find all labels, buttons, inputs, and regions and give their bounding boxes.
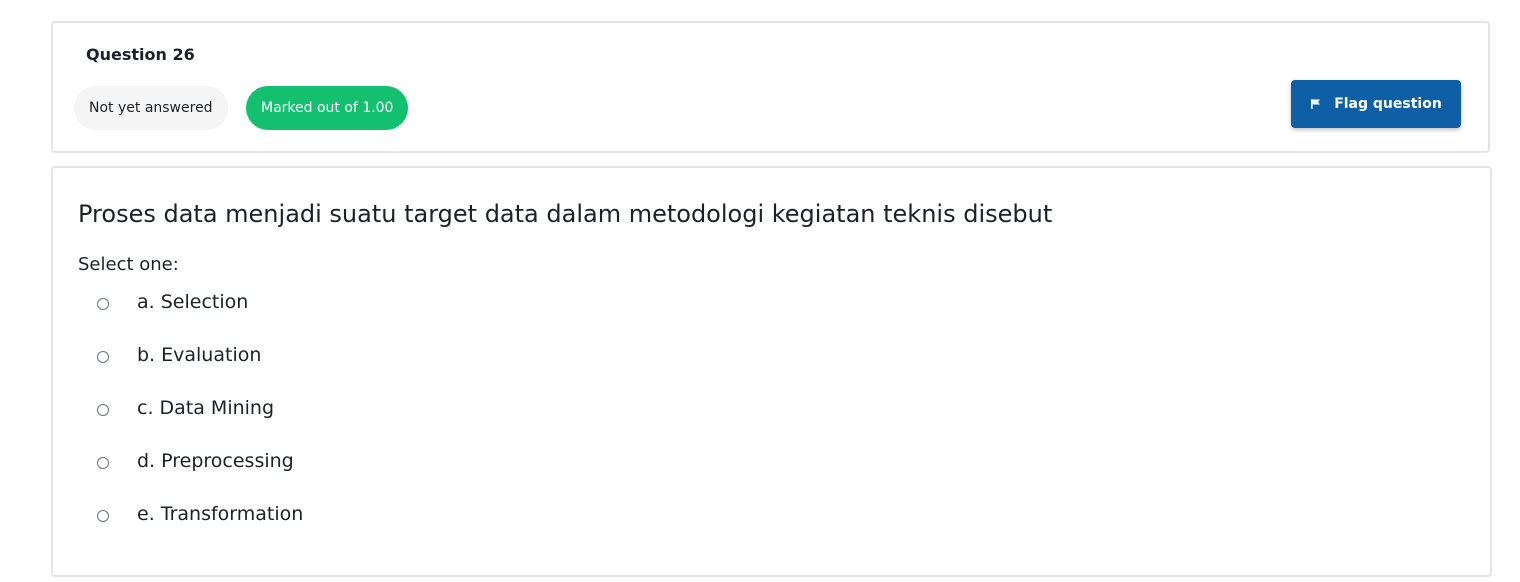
radio-button[interactable] — [97, 298, 109, 310]
flag-question-label: Flag question — [1334, 96, 1442, 112]
option-label[interactable]: c. Data Mining — [137, 394, 274, 422]
answer-option-b[interactable]: b. Evaluation — [97, 341, 303, 394]
question-text: Proses data menjadi suatu target data da… — [78, 200, 1053, 228]
question-info-card: Question 26 Not yet answered Marked out … — [51, 21, 1490, 153]
status-badge: Not yet answered — [74, 86, 228, 130]
option-label[interactable]: e. Transformation — [137, 500, 303, 528]
marks-badge: Marked out of 1.00 — [246, 86, 409, 130]
flag-icon — [1310, 98, 1322, 110]
answer-option-c[interactable]: c. Data Mining — [97, 394, 303, 447]
select-one-prompt: Select one: — [78, 254, 179, 275]
option-label[interactable]: d. Preprocessing — [137, 447, 294, 475]
radio-button[interactable] — [97, 510, 109, 522]
radio-button[interactable] — [97, 457, 109, 469]
question-content-card: Proses data menjadi suatu target data da… — [51, 166, 1492, 577]
answer-option-d[interactable]: d. Preprocessing — [97, 447, 303, 500]
flag-question-button[interactable]: Flag question — [1291, 80, 1461, 128]
option-label[interactable]: b. Evaluation — [137, 341, 261, 369]
answer-option-a[interactable]: a. Selection — [97, 288, 303, 341]
radio-button[interactable] — [97, 351, 109, 363]
answer-options: a. Selection b. Evaluation c. Data Minin… — [97, 288, 303, 553]
question-number: Question 26 — [86, 45, 195, 64]
radio-button[interactable] — [97, 404, 109, 416]
option-label[interactable]: a. Selection — [137, 288, 248, 316]
answer-option-e[interactable]: e. Transformation — [97, 500, 303, 553]
